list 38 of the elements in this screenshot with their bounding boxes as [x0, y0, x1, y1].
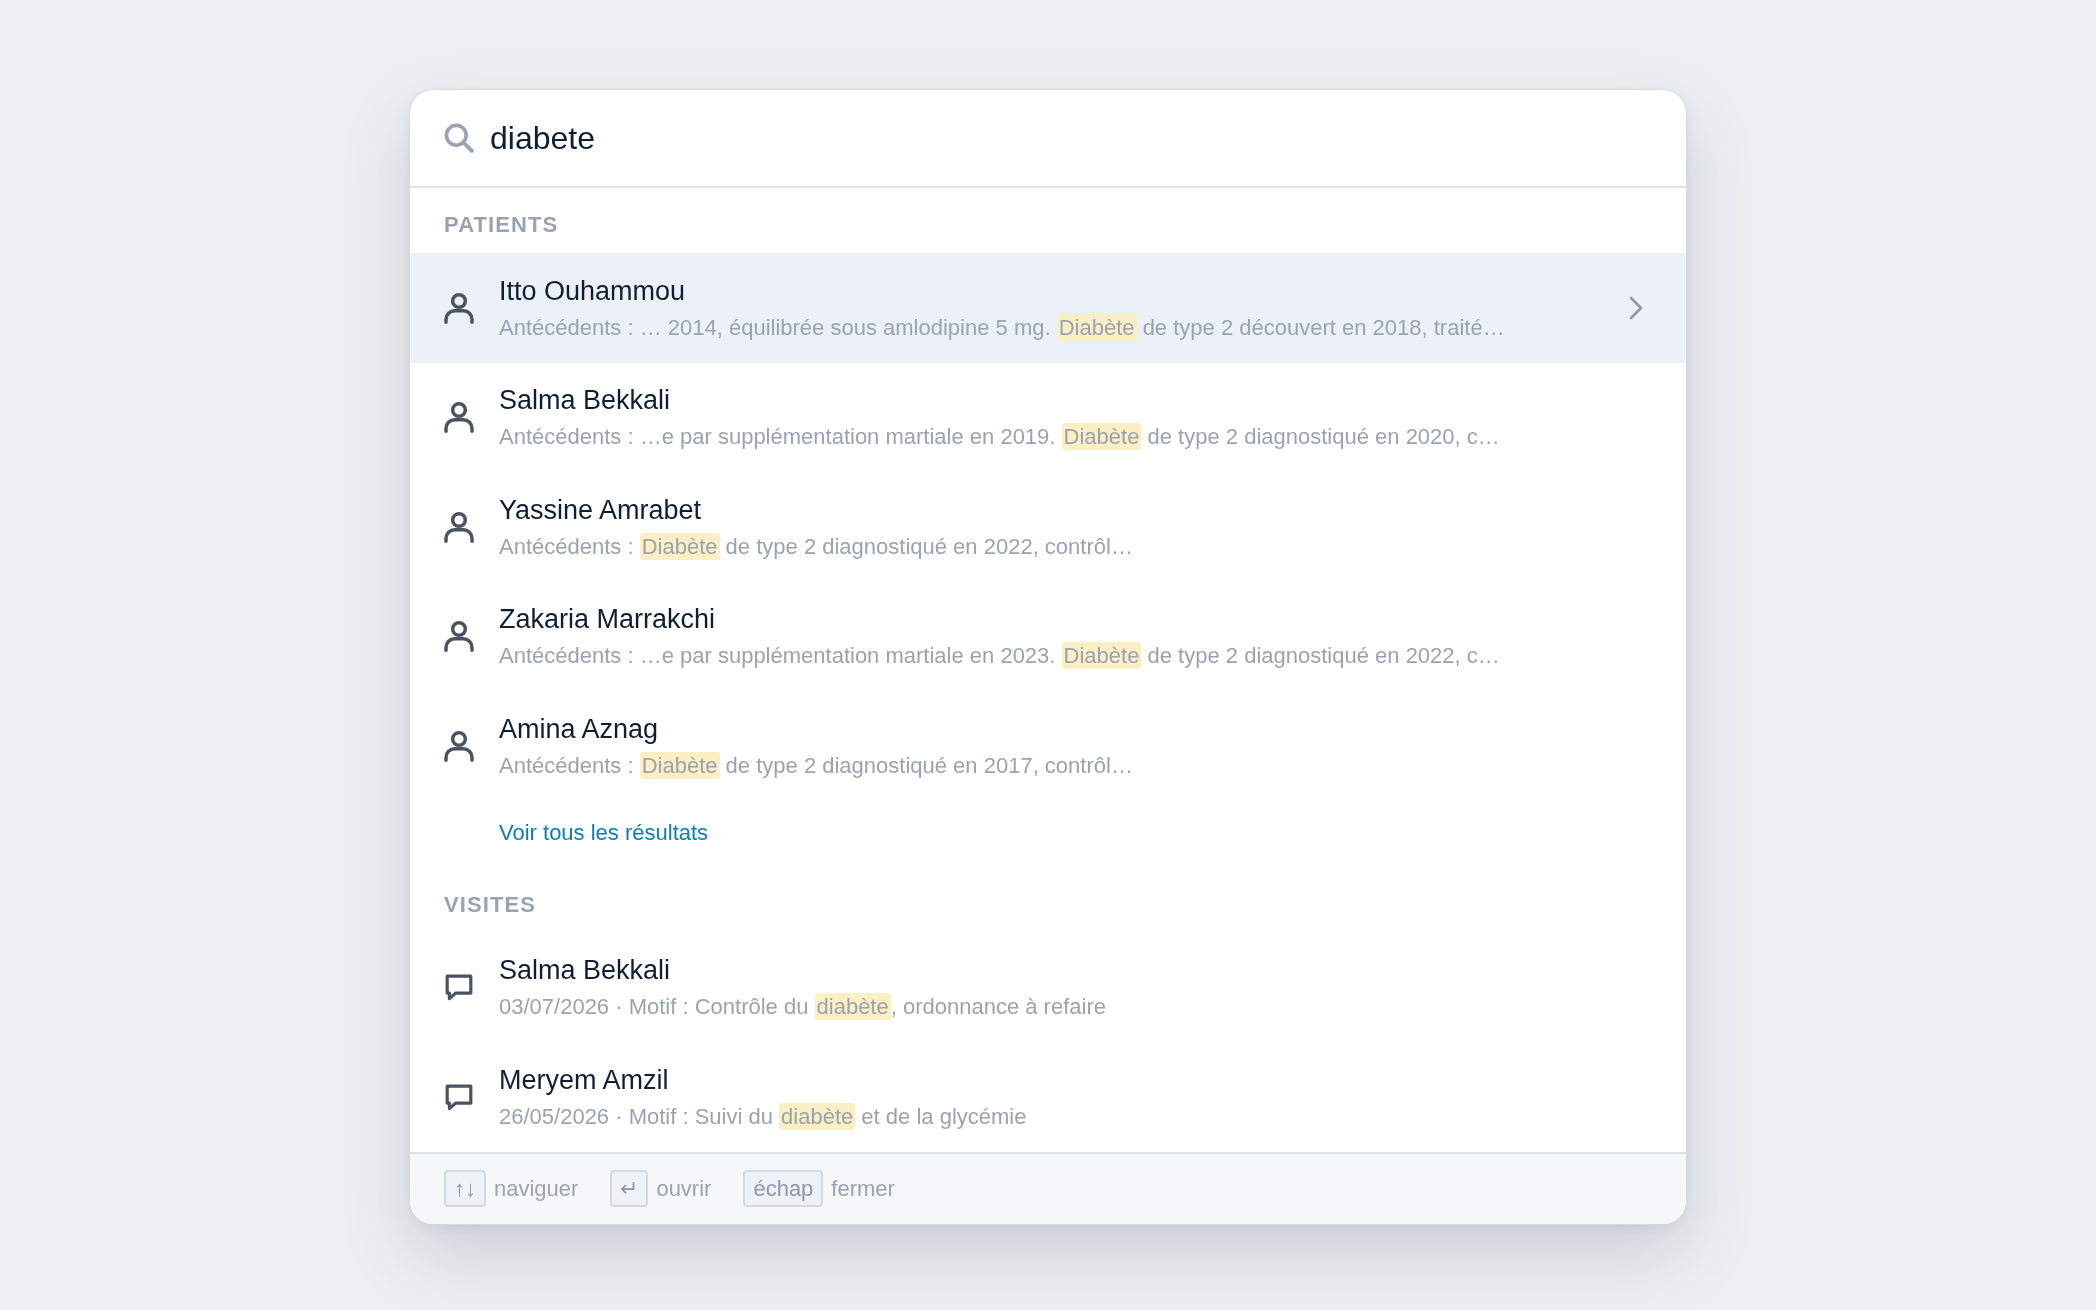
search-result[interactable]: Itto Ouhammou Antécédents : … 2014, équilibrée sous amlodipine 5 mg. Diabète de type 2 découvert en 2018, traité… — [410, 253, 1686, 363]
search-result[interactable]: Zakaria Marrakchi Antécédents : …e par supplémentation martiale en 2023. Diabète de type 2 diagnostiqué en 2022, c… — [410, 581, 1686, 691]
result-title: Salma Bekkali — [499, 384, 672, 418]
keyboard-key: ↑↓ — [444, 1170, 486, 1207]
keyboard-key: échap — [743, 1170, 824, 1207]
result-title: Salma Bekkali — [499, 954, 672, 988]
result-snippet: 26/05/2026 · Motif : Suivi du diabète et de la glycémie — [499, 1101, 1028, 1131]
result-title: Itto Ouhammou — [499, 274, 687, 308]
person-icon — [444, 401, 474, 434]
keyboard-key: ↵ — [610, 1170, 649, 1207]
section-heading: PATIENTS — [443, 211, 560, 239]
section-heading: VISITES — [443, 890, 538, 919]
result-snippet: Antécédents : …e par supplémentation martiale en 2023. Diabète de type 2 diagnostiqué en 2022, c… — [499, 641, 1501, 671]
shortcut-label: ouvrir — [656, 1175, 712, 1203]
person-icon — [444, 620, 474, 653]
result-snippet: Antécédents : …e par supplémentation martiale en 2019. Diabète de type 2 diagnostiqué en 2020, c… — [499, 422, 1501, 452]
chevron-right-icon — [1628, 294, 1644, 321]
result-snippet: Antécédents : … 2014, équilibrée sous amlodipine 5 mg. Diabète de type 2 découvert en 2018, traité… — [499, 312, 1506, 342]
show-all-link[interactable]: Voir tous les résultats — [499, 819, 709, 845]
search-result[interactable]: Salma Bekkali 03/07/2026 · Motif : Contrôle du diabète, ordonnance à refaire — [410, 932, 1686, 1042]
person-icon — [444, 729, 474, 762]
search-result[interactable]: Meryem Amzil 26/05/2026 · Motif : Suivi du diabète et de la glycémie — [410, 1042, 1686, 1152]
search-result[interactable]: Salma Bekkali Antécédents : …e par supplémentation martiale en 2019. Diabète de type 2 diagnostiqué en 2020, c… — [410, 362, 1686, 472]
result-title: Meryem Amzil — [499, 1063, 670, 1097]
person-icon — [444, 291, 474, 324]
result-snippet: Antécédents : Diabète de type 2 diagnostiqué en 2022, contrôl… — [499, 531, 1134, 561]
shortcut-label: naviguer — [494, 1175, 579, 1203]
result-title: Zakaria Marrakchi — [499, 603, 717, 637]
search-result[interactable]: Amina Aznag Antécédents : Diabète de type 2 diagnostiqué en 2017, contrôl… — [410, 691, 1686, 801]
result-title: Amina Aznag — [499, 712, 660, 746]
result-snippet: 03/07/2026 · Motif : Contrôle du diabète, ordonnance à refaire — [499, 992, 1107, 1022]
result-snippet: Antécédents : Diabète de type 2 diagnostiqué en 2017, contrôl… — [499, 750, 1134, 780]
search-icon — [444, 123, 474, 153]
shortcut-label: fermer — [831, 1175, 895, 1203]
search-field[interactable]: diabete — [490, 116, 1652, 160]
person-icon — [444, 510, 474, 543]
search-result[interactable]: Yassine Amrabet Antécédents : Diabète de type 2 diagnostiqué en 2022, contrôl… — [410, 472, 1686, 582]
result-title: Yassine Amrabet — [499, 493, 703, 527]
